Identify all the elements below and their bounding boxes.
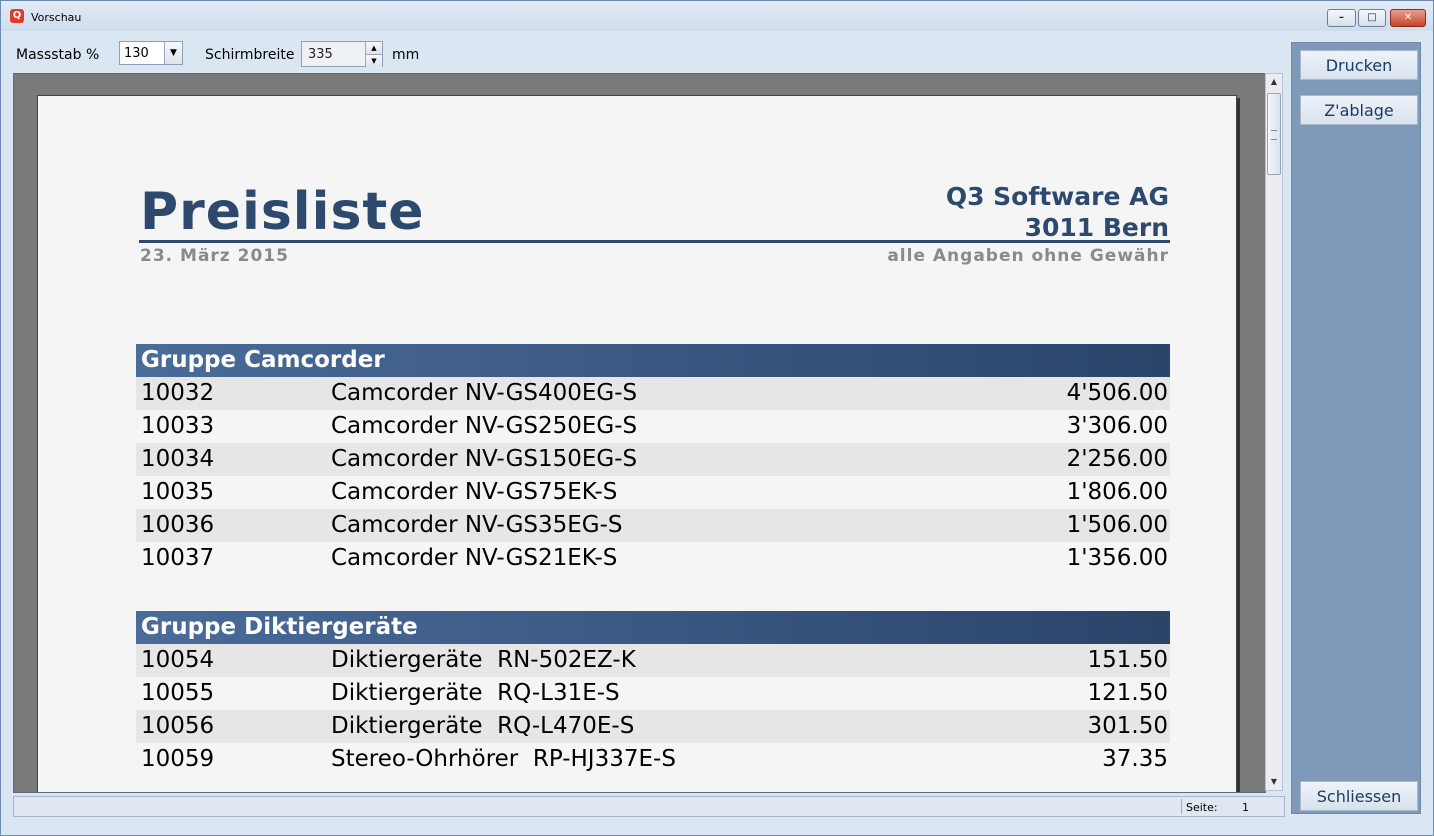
vertical-scrollbar[interactable]: ▲ ▼ (1265, 73, 1283, 791)
window-title: Vorschau (31, 11, 82, 24)
status-divider (1181, 799, 1182, 814)
status-bar: Seite: 1 (13, 796, 1285, 817)
close-button[interactable]: Schliessen (1300, 781, 1418, 811)
item-desc: Camcorder NV-GS21EK-S (331, 545, 618, 571)
company-city: 3011 Bern (1024, 213, 1169, 242)
item-id: 10034 (141, 446, 215, 472)
close-icon: ✕ (1403, 12, 1413, 23)
scale-label: Massstab % (16, 47, 100, 63)
scale-combobox[interactable]: 130 ▼ (119, 41, 183, 65)
close-window-button[interactable]: ✕ (1390, 9, 1426, 27)
item-price: 121.50 (1087, 680, 1168, 706)
document-title: Preisliste (140, 182, 425, 242)
item-price: 1'806.00 (1066, 479, 1168, 505)
scroll-thumb[interactable] (1267, 93, 1281, 175)
table-row: 10036 Camcorder NV-GS35EG-S 1'506.00 (136, 509, 1170, 542)
group-header: Gruppe Diktiergeräte (136, 611, 1170, 644)
item-price: 1'506.00 (1066, 512, 1168, 538)
item-id: 10036 (141, 512, 215, 538)
table-row: 10056 Diktiergeräte RQ-L470E-S 301.50 (136, 710, 1170, 743)
table-row: 10055 Diktiergeräte RQ-L31E-S 121.50 (136, 677, 1170, 710)
width-value: 335 (308, 47, 333, 62)
item-price: 301.50 (1087, 713, 1168, 739)
unit-label: mm (392, 47, 420, 63)
table-row: 10034 Camcorder NV-GS150EG-S 2'256.00 (136, 443, 1170, 476)
item-desc: Diktiergeräte RQ-L470E-S (331, 713, 635, 739)
document-page: Preisliste Q3 Software AG 3011 Bern 23. … (37, 95, 1237, 792)
item-id: 10054 (141, 647, 215, 673)
maximize-button[interactable]: □ (1358, 9, 1386, 27)
item-price: 37.35 (1102, 746, 1168, 772)
item-desc: Stereo-Ohrhörer RP-HJ337E-S (331, 746, 676, 772)
spin-down-icon[interactable]: ▼ (365, 54, 382, 67)
item-desc: Camcorder NV-GS35EG-S (331, 512, 623, 538)
item-desc: Diktiergeräte RN-502EZ-K (331, 647, 636, 673)
item-id: 10035 (141, 479, 215, 505)
clipboard-button[interactable]: Z'ablage (1300, 95, 1418, 125)
table-row: 10035 Camcorder NV-GS75EK-S 1'806.00 (136, 476, 1170, 509)
item-desc: Camcorder NV-GS400EG-S (331, 380, 638, 406)
chevron-down-icon[interactable]: ▼ (164, 42, 182, 64)
item-price: 4'506.00 (1066, 380, 1168, 406)
item-desc: Camcorder NV-GS150EG-S (331, 446, 638, 472)
item-desc: Camcorder NV-GS75EK-S (331, 479, 618, 505)
company-name: Q3 Software AG (945, 182, 1169, 211)
item-price: 3'306.00 (1066, 413, 1168, 439)
scroll-up-icon[interactable]: ▲ (1266, 74, 1282, 90)
item-price: 1'356.00 (1066, 545, 1168, 571)
maximize-icon: □ (1367, 12, 1377, 23)
item-price: 2'256.00 (1066, 446, 1168, 472)
scale-value: 130 (124, 46, 149, 61)
item-id: 10056 (141, 713, 215, 739)
item-id: 10055 (141, 680, 215, 706)
action-panel: Drucken Z'ablage Schliessen (1291, 42, 1421, 814)
scroll-down-icon[interactable]: ▼ (1266, 774, 1282, 790)
header-rule (139, 240, 1170, 243)
group-camcorder: Gruppe Camcorder 10032 Camcorder NV-GS400… (136, 344, 1170, 575)
item-id: 10032 (141, 380, 215, 406)
page-number: 1 (1242, 801, 1249, 814)
preview-viewport[interactable]: Preisliste Q3 Software AG 3011 Bern 23. … (13, 73, 1266, 793)
spin-up-icon[interactable]: ▲ (365, 42, 382, 54)
table-row: 10054 Diktiergeräte RN-502EZ-K 151.50 (136, 644, 1170, 677)
item-price: 151.50 (1087, 647, 1168, 673)
item-id: 10059 (141, 746, 215, 772)
item-desc: Diktiergeräte RQ-L31E-S (331, 680, 620, 706)
item-id: 10037 (141, 545, 215, 571)
document-date: 23. März 2015 (140, 246, 289, 266)
width-spinner[interactable]: 335 ▲ ▼ (301, 41, 383, 67)
table-row: 10033 Camcorder NV-GS250EG-S 3'306.00 (136, 410, 1170, 443)
preview-window: Q Vorschau – □ ✕ Massstab % 130 ▼ Schirm… (0, 0, 1434, 836)
disclaimer: alle Angaben ohne Gewähr (887, 246, 1169, 266)
table-row: 10059 Stereo-Ohrhörer RP-HJ337E-S 37.35 (136, 743, 1170, 776)
item-desc: Camcorder NV-GS250EG-S (331, 413, 638, 439)
item-id: 10033 (141, 413, 215, 439)
table-row: 10037 Camcorder NV-GS21EK-S 1'356.00 (136, 542, 1170, 575)
width-label: Schirmbreite (205, 47, 295, 63)
grip-icon (1271, 130, 1277, 140)
group-header: Gruppe Camcorder (136, 344, 1170, 377)
group-diktiergeraete: Gruppe Diktiergeräte 10054 Diktiergeräte … (136, 611, 1170, 776)
minimize-button[interactable]: – (1327, 9, 1356, 27)
title-bar: Q Vorschau – □ ✕ (1, 1, 1433, 31)
toolbar: Massstab % 130 ▼ Schirmbreite 335 ▲ ▼ mm (1, 31, 1288, 72)
print-button[interactable]: Drucken (1300, 50, 1418, 80)
minimize-icon: – (1339, 12, 1344, 23)
table-row: 10032 Camcorder NV-GS400EG-S 4'506.00 (136, 377, 1170, 410)
page-label: Seite: (1186, 801, 1218, 814)
app-icon: Q (10, 9, 24, 23)
